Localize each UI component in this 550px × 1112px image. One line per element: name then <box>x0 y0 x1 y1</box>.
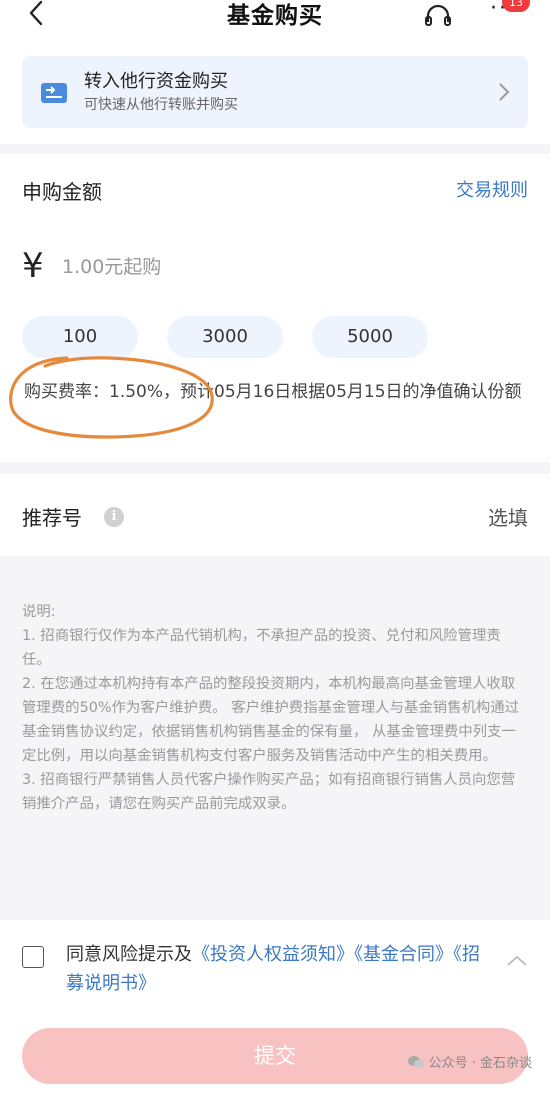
transfer-card-icon <box>40 82 68 108</box>
chevron-up-icon[interactable] <box>506 952 528 971</box>
referral-optional-hint: 选填 <box>488 506 528 530</box>
notes-item-3: 3. 招商银行严禁销售人员代客户操作购买产品；如有招商银行销售人员向您营销推介产… <box>22 772 516 812</box>
transfer-title: 转入他行资金购买 <box>84 71 228 92</box>
headset-icon[interactable] <box>424 4 452 32</box>
notes-item-1: 1. 招商银行仅作为本产品代销机构，不承担产品的投资、兑付和风险管理责任。 <box>22 628 501 668</box>
consent-checkbox[interactable] <box>22 946 44 968</box>
consent-section: 同意风险提示及《投资人权益须知》《基金合同》《招募说明书》 提交 <box>0 920 550 1112</box>
chevron-right-icon <box>498 82 510 106</box>
quick-amount-5000[interactable]: 5000 <box>312 316 428 358</box>
transfer-subtitle: 可快速从他行转账并购买 <box>84 97 238 113</box>
currency-symbol: ¥ <box>22 246 44 286</box>
fund-contract-link[interactable]: 《基金合同》 <box>354 944 453 965</box>
annotation-circle <box>9 356 214 439</box>
transfer-section: 转入他行资金购买 可快速从他行转账并购买 <box>0 44 550 144</box>
consent-text: 同意风险提示及《投资人权益须知》《基金合同》《招募说明书》 <box>66 940 486 998</box>
transfer-banner[interactable]: 转入他行资金购买 可快速从他行转账并购买 <box>22 56 528 128</box>
notes-heading: 说明: <box>22 604 56 620</box>
amount-label: 申购金额 <box>22 180 102 204</box>
info-icon[interactable]: i <box>104 507 124 527</box>
notes-item-2: 2. 在您通过本机构持有本产品的整段投资期内，本机构最高向基金管理人收取管理费的… <box>22 676 520 764</box>
investor-rights-link[interactable]: 《投资人权益须知》 <box>192 944 354 965</box>
page-title: 基金购买 <box>227 3 323 29</box>
disclaimer-notes: 说明: 1. 招商银行仅作为本产品代销机构，不承担产品的投资、兑付和风险管理责任… <box>22 600 528 816</box>
wechat-icon <box>407 1055 425 1069</box>
purchase-amount-section: 申购金额 交易规则 ¥ 100 3000 5000 购买费率：1.50%，预计0… <box>0 154 550 462</box>
top-nav-bar: 基金购买 ··· 13 <box>0 0 550 44</box>
trade-rules-link[interactable]: 交易规则 <box>456 176 528 202</box>
amount-input[interactable] <box>62 256 362 278</box>
watermark: 公众号 · 金石杂谈 <box>407 1052 532 1071</box>
watermark-text: 公众号 · 金石杂谈 <box>428 1056 532 1071</box>
referral-label: 推荐号 <box>22 506 82 530</box>
consent-prefix: 同意风险提示及 <box>66 944 192 965</box>
referral-row[interactable]: 推荐号 i 选填 <box>0 474 550 556</box>
